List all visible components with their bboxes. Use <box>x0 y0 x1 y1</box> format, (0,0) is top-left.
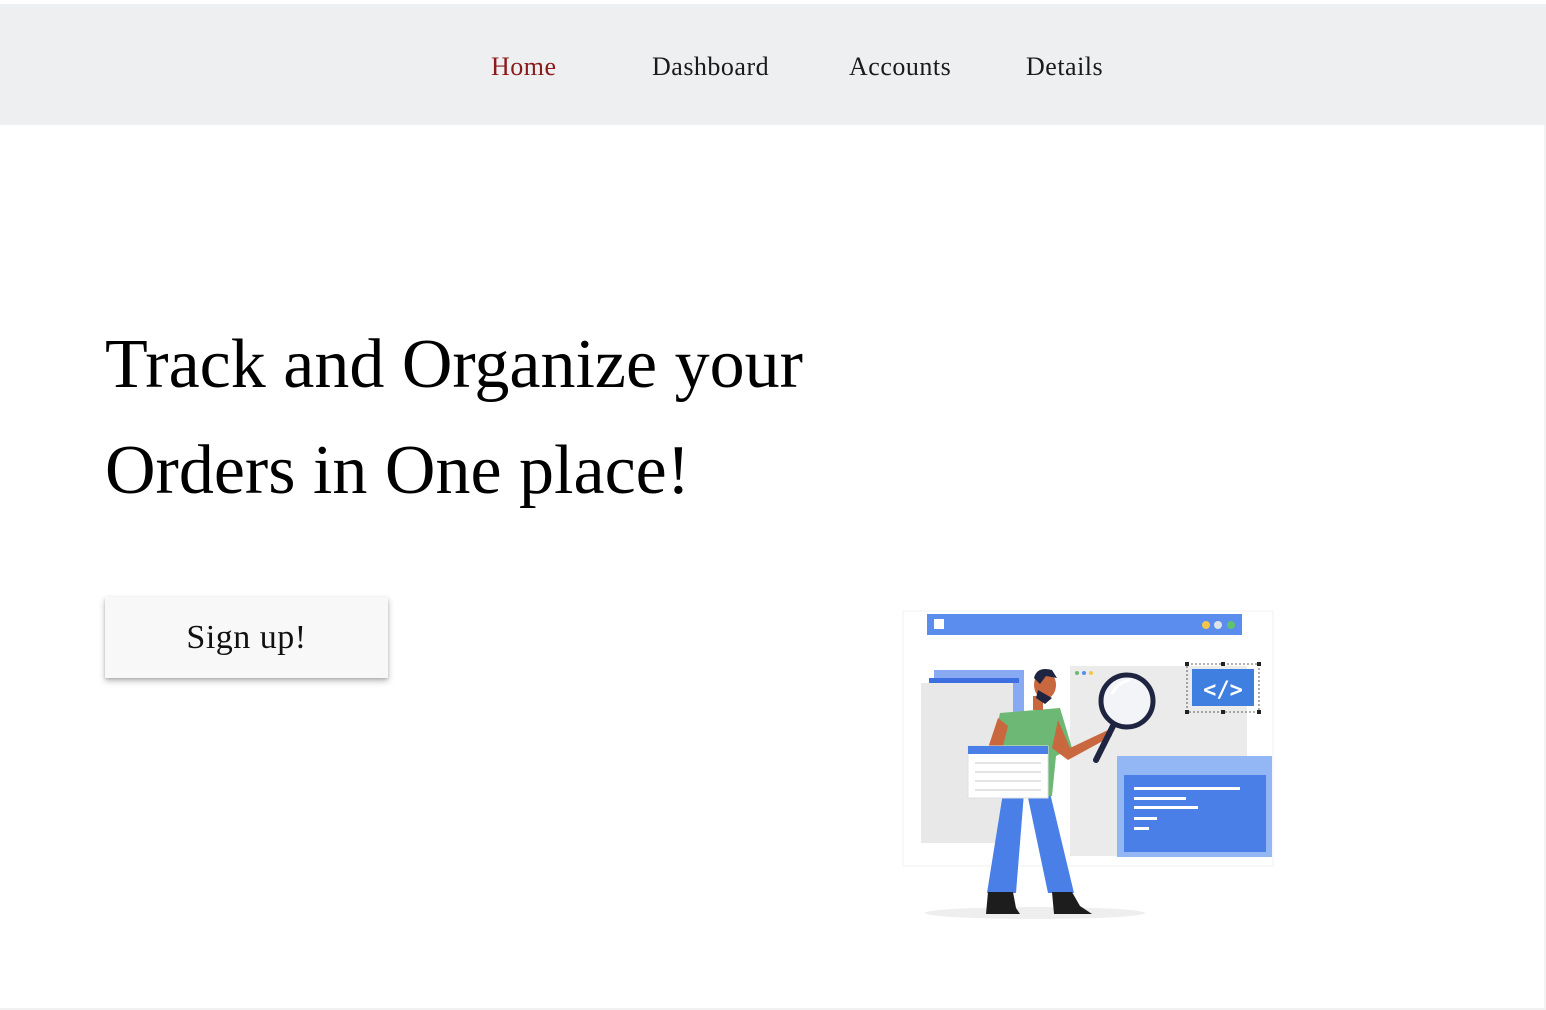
nav-link-details[interactable]: Details <box>1026 52 1103 82</box>
selection-handle-icon <box>1257 662 1261 666</box>
panel-dot-green-icon <box>1075 671 1079 675</box>
code-tag-icon: </> <box>1203 678 1243 703</box>
nav-link-home[interactable]: Home <box>491 52 557 82</box>
clipboard-line <box>975 789 1041 791</box>
clipboard-header <box>968 746 1048 754</box>
selection-handle-icon <box>1257 710 1261 714</box>
code-window-inner <box>1124 775 1266 852</box>
hero-title: Track and Organize your Orders in One pl… <box>105 312 925 524</box>
code-line <box>1134 797 1186 800</box>
person-leg-right <box>1027 793 1074 893</box>
code-line <box>1134 827 1149 830</box>
hero-illustration: </> <box>902 610 1274 919</box>
signup-button[interactable]: Sign up! <box>105 597 388 678</box>
selection-handle-icon <box>1185 710 1189 714</box>
selection-handle-icon <box>1185 662 1189 666</box>
nav-link-dashboard[interactable]: Dashboard <box>652 52 769 82</box>
person-shoe-right <box>1052 892 1092 914</box>
hero-title-line-1: Track and Organize your <box>105 326 803 403</box>
clipboard-line <box>975 762 1041 764</box>
hero-title-line-2: Orders in One place! <box>105 432 691 509</box>
clipboard-line <box>975 771 1041 773</box>
clipboard-line <box>975 780 1041 782</box>
browser-window-square-icon <box>934 619 944 629</box>
selection-handle-icon <box>1221 710 1225 714</box>
magnifier-icon <box>1098 672 1156 730</box>
browser-dot-yellow-icon <box>1202 621 1210 629</box>
ground-shadow <box>925 907 1145 919</box>
code-line <box>1134 787 1240 790</box>
code-line <box>1134 806 1198 809</box>
code-line <box>1134 817 1157 820</box>
browser-dot-green-icon <box>1227 621 1235 629</box>
person-shoe-left <box>986 892 1020 914</box>
browser-top-bar <box>927 614 1242 635</box>
panel-blue-edge <box>929 678 1019 683</box>
selection-handle-icon <box>1221 662 1225 666</box>
panel-dot-blue-icon <box>1082 671 1086 675</box>
top-navbar: Home Dashboard Accounts Details <box>0 4 1546 125</box>
panel-dot-yellow-icon <box>1089 671 1093 675</box>
browser-dot-grey-icon <box>1214 621 1222 629</box>
nav-link-accounts[interactable]: Accounts <box>849 52 951 82</box>
